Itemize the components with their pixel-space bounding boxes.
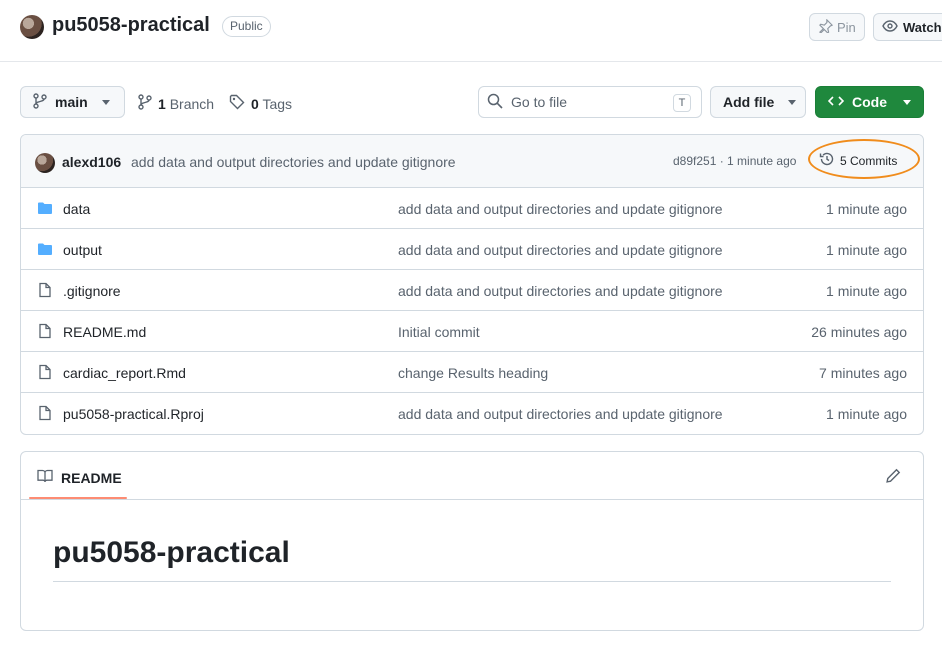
file-commit-time: 1 minute ago xyxy=(826,283,907,299)
pencil-icon[interactable] xyxy=(885,468,901,484)
book-icon xyxy=(37,468,53,487)
branches-link[interactable]: 1 Branch xyxy=(138,94,214,113)
branch-name: main xyxy=(55,94,88,110)
branch-count: 1 xyxy=(158,95,166,112)
owner-avatar[interactable] xyxy=(20,15,44,39)
file-commit-message[interactable]: add data and output directories and upda… xyxy=(398,242,723,258)
branch-select-button[interactable]: main xyxy=(20,86,125,118)
file-commit-message[interactable]: add data and output directories and upda… xyxy=(398,201,723,217)
chevron-down-icon xyxy=(101,99,110,105)
pin-icon xyxy=(819,18,834,36)
eye-icon xyxy=(882,19,898,36)
watch-label: Watch xyxy=(903,19,942,35)
file-commit-message[interactable]: add data and output directories and upda… xyxy=(398,406,723,422)
git-branch-icon xyxy=(138,94,152,113)
file-icon xyxy=(37,405,53,421)
repo-header: pu5058-practical Public Pin Watch xyxy=(0,0,942,62)
file-row[interactable]: data add data and output directories and… xyxy=(21,188,923,229)
file-icon xyxy=(37,364,53,380)
git-branch-icon xyxy=(33,92,47,112)
go-to-file-input[interactable]: Go to file T xyxy=(478,86,702,118)
pin-label: Pin xyxy=(837,19,856,35)
search-icon xyxy=(487,93,503,112)
branch-label: Branch xyxy=(169,95,215,112)
file-name[interactable]: data xyxy=(63,201,90,217)
file-name[interactable]: .gitignore xyxy=(63,283,121,299)
code-icon xyxy=(827,94,845,111)
chevron-down-icon xyxy=(788,99,797,105)
file-row[interactable]: output add data and output directories a… xyxy=(21,229,923,270)
readme-heading: pu5058-practical xyxy=(53,536,290,569)
code-button[interactable]: Code xyxy=(815,86,924,118)
visibility-badge: Public xyxy=(222,16,271,37)
add-file-label: Add file xyxy=(723,94,775,110)
commit-message[interactable]: add data and output directories and upda… xyxy=(131,154,456,170)
file-commit-message[interactable]: Initial commit xyxy=(398,324,480,340)
file-commit-message[interactable]: change Results heading xyxy=(398,365,548,381)
pin-button[interactable]: Pin xyxy=(809,13,865,41)
file-commit-time: 7 minutes ago xyxy=(819,365,907,381)
file-row[interactable]: cardiac_report.Rmd change Results headin… xyxy=(21,352,923,393)
avatar[interactable] xyxy=(35,153,55,173)
commit-author[interactable]: alexd106 xyxy=(62,154,121,170)
file-name[interactable]: output xyxy=(63,242,102,258)
file-row[interactable]: pu5058-practical.Rproj add data and outp… xyxy=(21,393,923,434)
file-row[interactable]: README.md Initial commit 26 minutes ago xyxy=(21,311,923,352)
search-placeholder: Go to file xyxy=(511,94,568,110)
add-file-button[interactable]: Add file xyxy=(710,86,806,118)
tag-icon xyxy=(229,94,245,113)
repo-title[interactable]: pu5058-practical xyxy=(52,14,210,37)
file-commit-message[interactable]: add data and output directories and upda… xyxy=(398,283,723,299)
commits-link[interactable]: 5 Commits xyxy=(819,151,897,170)
folder-icon xyxy=(37,241,53,257)
folder-icon xyxy=(37,200,53,216)
file-commit-time: 1 minute ago xyxy=(826,242,907,258)
file-commit-time: 26 minutes ago xyxy=(811,324,907,340)
chevron-down-icon xyxy=(903,99,911,105)
tab-readme[interactable]: README xyxy=(37,468,122,487)
readme-header: README xyxy=(21,452,923,500)
tags-link[interactable]: 0 Tags xyxy=(229,94,292,113)
file-name[interactable]: pu5058-practical.Rproj xyxy=(63,406,204,422)
commit-hash-time[interactable]: d89f251 · 1 minute ago xyxy=(673,154,796,168)
file-name[interactable]: cardiac_report.Rmd xyxy=(63,365,186,381)
tag-label: Tags xyxy=(262,95,293,112)
active-tab-underline xyxy=(29,497,127,499)
file-commit-time: 1 minute ago xyxy=(826,406,907,422)
file-browser: alexd106 add data and output directories… xyxy=(20,134,924,435)
latest-commit-bar: alexd106 add data and output directories… xyxy=(21,135,923,188)
watch-button[interactable]: Watch xyxy=(873,13,942,41)
history-icon xyxy=(819,151,835,170)
file-row[interactable]: .gitignore add data and output directori… xyxy=(21,270,923,311)
tag-count: 0 xyxy=(251,95,259,112)
code-label: Code xyxy=(852,94,887,110)
file-name[interactable]: README.md xyxy=(63,324,146,340)
file-commit-time: 1 minute ago xyxy=(826,201,907,217)
divider xyxy=(53,581,891,582)
readme-panel: README pu5058-practical xyxy=(20,451,924,631)
shortcut-key: T xyxy=(673,94,691,112)
commits-count-label: 5 Commits xyxy=(840,153,898,168)
readme-tab-label: README xyxy=(61,469,122,486)
file-icon xyxy=(37,323,53,339)
file-icon xyxy=(37,282,53,298)
